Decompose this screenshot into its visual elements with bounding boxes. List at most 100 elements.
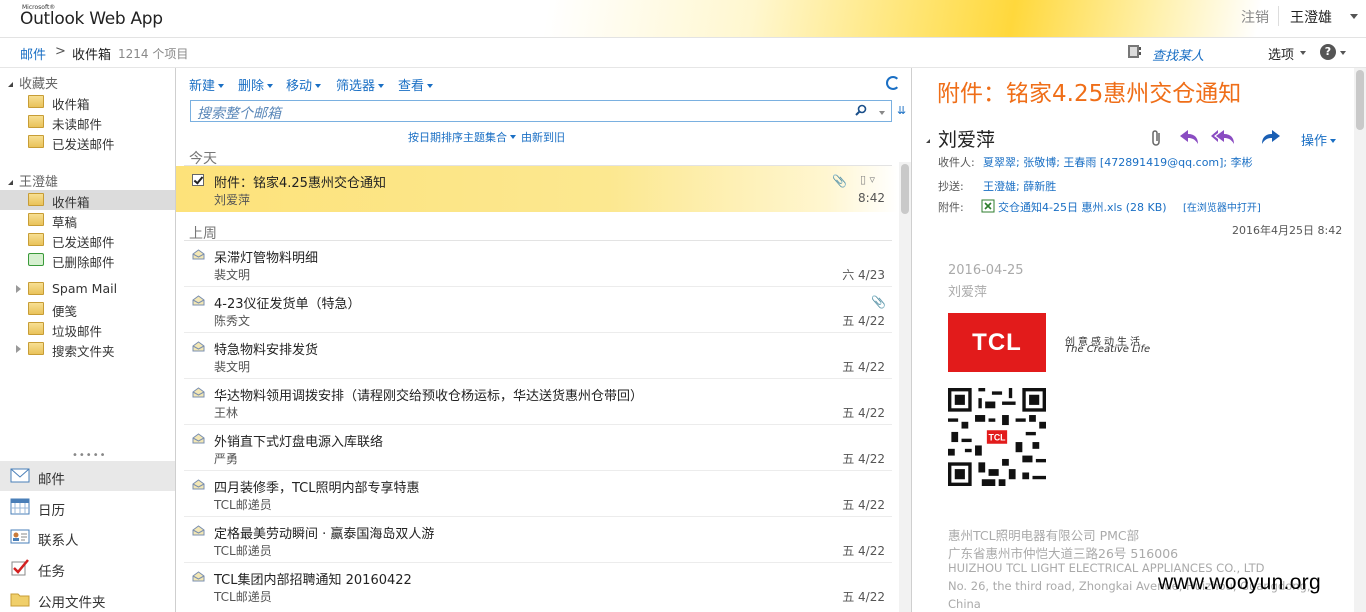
- message-row[interactable]: TCL集团内部招聘通知 20160422 TCL邮递员 五 4/22: [176, 563, 898, 609]
- message-date: 五 4/22: [842, 590, 885, 604]
- expand-icon[interactable]: [16, 345, 21, 353]
- breadcrumb-separator: >: [55, 44, 66, 59]
- chevron-down-icon[interactable]: [879, 111, 885, 115]
- breadcrumb-inbox: 收件箱: [72, 48, 112, 63]
- reply-all-icon[interactable]: [1210, 128, 1236, 146]
- chevron-down-icon[interactable]: [1340, 51, 1346, 55]
- message-date: 五 4/22: [842, 452, 885, 466]
- signout-link[interactable]: 注销: [1241, 7, 1269, 27]
- help-icon[interactable]: ?: [1320, 44, 1336, 60]
- contacts-icon: [10, 529, 30, 544]
- cc-recipients[interactable]: 王澄雄; 薛新胜: [983, 178, 1056, 194]
- expand-icon[interactable]: [16, 285, 21, 293]
- folder-notes[interactable]: 便笺: [0, 299, 175, 319]
- folder-label: 便笺: [52, 304, 78, 319]
- watermark-text: www.wooyun.org: [1158, 571, 1321, 594]
- envelope-icon: [192, 433, 205, 444]
- reply-icon[interactable]: [1178, 128, 1200, 146]
- message-sender: 王林: [214, 406, 239, 420]
- folder-sent[interactable]: 已发送邮件: [0, 230, 175, 250]
- module-tasks[interactable]: 任务: [0, 553, 175, 583]
- favorites-header[interactable]: 收藏夹: [8, 73, 58, 92]
- favorite-sent[interactable]: 已发送邮件: [0, 132, 175, 152]
- checkbox[interactable]: [192, 174, 204, 186]
- module-contacts[interactable]: 联系人: [0, 522, 175, 552]
- folder-inbox[interactable]: 收件箱: [0, 190, 175, 210]
- user-name-menu[interactable]: 王澄雄: [1290, 7, 1332, 27]
- message-row[interactable]: 华达物料领用调拨安排（请程刚交给预收仓杨运标，华达送货惠州仓带回） 王林 五 4…: [176, 379, 898, 425]
- module-mail[interactable]: 邮件: [0, 461, 175, 491]
- message-date: 五 4/22: [842, 360, 885, 374]
- view-button[interactable]: 查看: [398, 75, 434, 94]
- collapse-icon[interactable]: [8, 180, 13, 185]
- open-in-browser-link[interactable]: [在浏览器中打开]: [1183, 199, 1261, 214]
- folder-drafts[interactable]: 草稿: [0, 210, 175, 230]
- chevron-down-icon: [510, 135, 516, 139]
- find-someone-link[interactable]: 查找某人: [1152, 45, 1204, 64]
- message-row[interactable]: 4-23仪征发货单（特急） 陈秀文 📎 五 4/22: [176, 287, 898, 333]
- search-icon[interactable]: [855, 104, 867, 116]
- item-count: 1214 个项目: [118, 47, 189, 61]
- flag-icon[interactable]: ▯ ▿: [860, 173, 875, 186]
- collapse-icon[interactable]: [8, 82, 13, 87]
- favorite-inbox[interactable]: 收件箱: [0, 92, 175, 112]
- app-logo: Outlook Web App: [20, 9, 163, 29]
- tcl-logo: TCL: [948, 313, 1046, 372]
- account-header[interactable]: 王澄雄: [8, 171, 58, 190]
- folder-spam[interactable]: Spam Mail: [0, 279, 175, 299]
- new-label: 新建: [189, 79, 216, 94]
- module-label: 公用文件夹: [38, 595, 106, 611]
- collapse-icon[interactable]: [926, 139, 930, 143]
- sort-menu[interactable]: 按日期排序主题集合: [408, 129, 516, 145]
- resize-handle[interactable]: •••••: [72, 450, 107, 461]
- sort-order[interactable]: 由新到旧: [521, 129, 565, 145]
- folder-search[interactable]: 搜索文件夹: [0, 339, 175, 359]
- scrollbar-thumb[interactable]: [1356, 70, 1364, 130]
- search-input[interactable]: 搜索整个邮箱: [190, 100, 892, 122]
- options-menu[interactable]: 选项: [1268, 44, 1294, 63]
- address-book-icon[interactable]: [1126, 44, 1142, 59]
- module-label: 任务: [38, 564, 65, 580]
- folder-deleted[interactable]: 已删除邮件: [0, 250, 175, 270]
- new-button[interactable]: 新建: [189, 75, 225, 94]
- chevron-down-icon[interactable]: [1300, 51, 1306, 55]
- country: China: [948, 597, 981, 611]
- message-row[interactable]: 呆滞灯管物料明细 裴文明 六 4/23: [176, 241, 898, 287]
- sender-name[interactable]: 刘爱萍: [926, 125, 995, 152]
- reading-pane-scrollbar[interactable]: [1354, 68, 1366, 612]
- message-date: 五 4/22: [842, 406, 885, 420]
- message-list-scrollbar[interactable]: [899, 162, 911, 612]
- forward-icon[interactable]: [1260, 128, 1282, 146]
- outlook-web-app: Microsoft® Outlook Web App 注销 王澄雄 邮件 > 收…: [0, 0, 1366, 612]
- filter-button[interactable]: 筛选器: [336, 75, 385, 94]
- search-placeholder: 搜索整个邮箱: [197, 106, 281, 122]
- inbox-icon: [28, 193, 44, 206]
- delete-button[interactable]: 删除: [238, 75, 274, 94]
- folder-junk[interactable]: 垃圾邮件: [0, 319, 175, 339]
- message-subject: 外销直下式灯盘电源入库联络: [214, 435, 384, 450]
- message-row[interactable]: 特急物料安排发货 裴文明 五 4/22: [176, 333, 898, 379]
- chevron-down-icon: [378, 84, 385, 88]
- refresh-icon[interactable]: [886, 76, 900, 90]
- module-calendar[interactable]: 日历: [0, 492, 175, 522]
- attachment-icon[interactable]: [1150, 129, 1164, 147]
- favorite-unread[interactable]: 未读邮件: [0, 112, 175, 132]
- inbox-icon: [28, 95, 44, 108]
- actions-menu[interactable]: 操作: [1301, 130, 1337, 149]
- attachment-link[interactable]: 交仓通知4-25日 惠州.xls (28 KB): [998, 199, 1167, 215]
- message-sender: TCL邮递员: [214, 544, 272, 558]
- module-public-folders[interactable]: 公用文件夹: [0, 584, 175, 612]
- message-row[interactable]: 附件：铭家4.25惠州交仓通知 刘爱萍 📎 ▯ ▿ 8:42: [176, 166, 898, 212]
- message-row[interactable]: 四月装修季，TCL照明内部专享特惠 TCL邮递员 五 4/22: [176, 471, 898, 517]
- to-recipients[interactable]: 夏翠翠; 张敬博; 王春雨 [472891419@qq.com]; 李彬: [983, 154, 1253, 170]
- move-button[interactable]: 移动: [286, 75, 322, 94]
- breadcrumb-mail[interactable]: 邮件: [20, 44, 46, 63]
- message-row[interactable]: 定格最美劳动瞬间 · 赢泰国海岛双人游 TCL邮递员 五 4/22: [176, 517, 898, 563]
- chevron-down-icon[interactable]: [1350, 14, 1358, 19]
- search-folder-icon: [28, 342, 44, 355]
- attachment-icon: 📎: [832, 174, 847, 188]
- view-label: 查看: [398, 79, 425, 94]
- scrollbar-thumb[interactable]: [901, 164, 909, 214]
- double-chevron-down-icon[interactable]: ⇊: [897, 104, 906, 117]
- message-row[interactable]: 外销直下式灯盘电源入库联络 严勇 五 4/22: [176, 425, 898, 471]
